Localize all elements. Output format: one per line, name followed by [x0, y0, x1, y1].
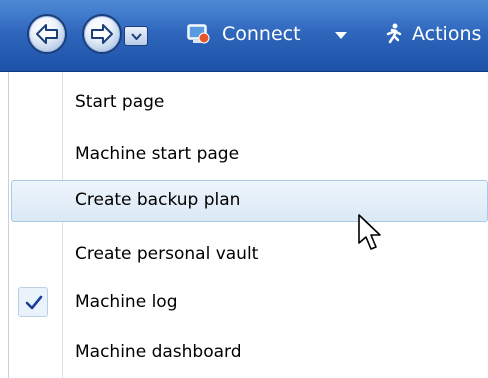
dropdown-menu: Start page Machine start page Create bac…: [0, 72, 488, 378]
chevron-down-icon: [131, 33, 142, 40]
check-indicator: [18, 287, 48, 317]
actions-menu-button[interactable]: Actions: [380, 20, 481, 48]
menu-item-create-personal-vault[interactable]: Create personal vault: [11, 234, 488, 274]
menu-item-label: Machine log: [75, 292, 178, 312]
menu-item-label: Create personal vault: [75, 244, 259, 264]
connect-menu-button[interactable]: Connect: [186, 20, 301, 48]
chevron-down-icon[interactable]: [335, 32, 347, 39]
menu-item-label: Start page: [75, 92, 165, 112]
mouse-pointer-icon: [358, 214, 381, 250]
forward-arrow-icon: [91, 24, 113, 44]
running-man-icon: [380, 22, 404, 46]
menu-item-label: Create backup plan: [75, 190, 241, 210]
menu-border: [8, 72, 9, 378]
back-button[interactable]: [27, 14, 67, 54]
menu-item-machine-log[interactable]: Machine log: [11, 282, 488, 322]
history-dropdown-button[interactable]: [124, 26, 148, 46]
actions-label: Actions: [412, 23, 482, 45]
menu-item-machine-start-page[interactable]: Machine start page: [11, 134, 488, 174]
menu-item-create-backup-plan[interactable]: Create backup plan: [11, 180, 488, 222]
connect-label: Connect: [222, 23, 301, 45]
menu-item-machine-dashboard[interactable]: Machine dashboard: [11, 332, 488, 372]
checkmark-icon: [25, 295, 43, 310]
toolbar: Connect Actions: [0, 0, 488, 72]
forward-button[interactable]: [82, 14, 122, 54]
menu-item-label: Machine start page: [75, 144, 240, 164]
computer-connect-icon: [186, 22, 210, 46]
menu-item-start-page[interactable]: Start page: [11, 82, 488, 122]
menu-item-label: Machine dashboard: [75, 342, 242, 362]
back-arrow-icon: [36, 24, 58, 44]
